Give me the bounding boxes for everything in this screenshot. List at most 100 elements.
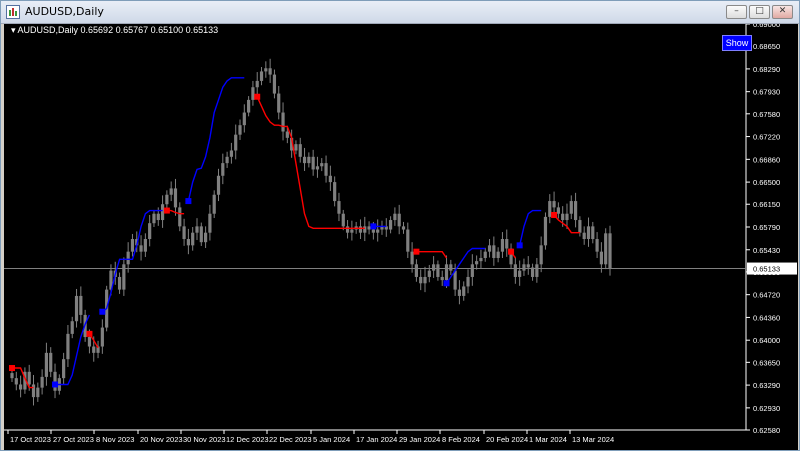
candle-body [475, 261, 479, 265]
candle-body [608, 233, 612, 269]
y-tick-label: 0.62580 [753, 426, 780, 435]
x-tick-label: 17 Jan 2024 [356, 435, 397, 444]
candle-body [242, 112, 246, 126]
window-title: AUDUSD,Daily [25, 5, 104, 18]
candle-body [410, 251, 414, 265]
candle-body [487, 245, 492, 252]
candle-body [556, 207, 560, 214]
candle-body [234, 134, 238, 151]
candle-body [100, 327, 104, 347]
window-controls: – □ ✕ [726, 5, 793, 19]
candle-body [36, 387, 40, 398]
candle-body [130, 239, 135, 252]
candle-body [255, 80, 259, 88]
candle-body [87, 337, 92, 347]
y-tick-label: 0.67580 [753, 110, 780, 119]
candle-body [496, 251, 500, 258]
candle-body [535, 264, 539, 277]
x-tick-label: 20 Feb 2024 [486, 435, 528, 444]
candle-body [350, 229, 354, 233]
y-tick-label: 0.68290 [753, 65, 780, 74]
candle-body [74, 295, 79, 322]
y-tick-label: 0.66860 [753, 155, 780, 164]
candle-body [440, 276, 444, 281]
y-tick-label: 0.64720 [753, 291, 780, 300]
candle-body [117, 276, 122, 290]
candle-body [432, 264, 436, 271]
candle-body [277, 93, 281, 113]
downtrend-signal-marker [413, 248, 420, 255]
candle-body [414, 264, 419, 277]
candle-body [307, 156, 311, 164]
symbol-info-text: AUDUSD,Daily 0.65692 0.65767 0.65100 0.6… [17, 25, 219, 35]
candle-body [462, 286, 466, 296]
chart-app-icon [6, 5, 20, 19]
candle-body [199, 226, 203, 243]
candle-body [221, 163, 225, 176]
candle-body [492, 245, 496, 258]
candle-body [561, 213, 565, 221]
restore-button[interactable]: □ [749, 5, 770, 19]
candle-body [595, 239, 599, 252]
current-price-label: 0.65133 [753, 265, 780, 274]
uptrend-signal-marker [443, 280, 450, 287]
title-bar[interactable]: AUDUSD,Daily – □ ✕ [1, 1, 799, 24]
uptrend-line [519, 209, 542, 246]
candle-body [195, 226, 199, 233]
candle-body [49, 352, 53, 372]
y-tick-label: 0.63290 [753, 381, 780, 390]
y-tick-label: 0.65790 [753, 223, 780, 232]
downtrend-line [256, 96, 365, 230]
candle-body [505, 239, 509, 249]
candle-body [216, 175, 221, 195]
candle-body [518, 270, 522, 277]
close-button[interactable]: ✕ [772, 5, 793, 19]
candle-body [526, 264, 530, 268]
chart-info-line: ▾ AUDUSD,Daily 0.65692 0.65767 0.65100 0… [11, 25, 218, 36]
candle-body [182, 226, 186, 240]
x-tick-label: 1 Mar 2024 [529, 435, 567, 444]
candle-body [578, 220, 582, 233]
candle-body [569, 201, 573, 214]
chart-area[interactable]: 0.69000 0.68650 0.68290 0.67930 0.67580 0.672… [4, 24, 798, 450]
candle-body [31, 384, 36, 398]
x-tick-label: 12 Dec 2023 [226, 435, 269, 444]
candle-body [483, 251, 487, 258]
candle-body [358, 226, 363, 233]
candle-body [251, 87, 255, 100]
show-button[interactable]: Show [722, 35, 752, 51]
candle-body [247, 99, 251, 113]
candle-body [586, 226, 591, 240]
candle-body [281, 112, 285, 132]
candle-body [466, 276, 470, 287]
y-tick-label: 0.67220 [753, 133, 780, 142]
minimize-button[interactable]: – [726, 5, 747, 19]
candle-body [367, 226, 371, 230]
candle-body [328, 175, 332, 183]
candle-body [272, 74, 277, 94]
candle-body [191, 232, 195, 246]
candle-body [449, 264, 453, 271]
y-tick-label: 0.62930 [753, 404, 780, 413]
candle-body [582, 232, 586, 240]
candle-body [436, 264, 440, 277]
candle-body [298, 144, 302, 157]
x-tick-label: 30 Nov 2023 [183, 435, 226, 444]
candle-body [388, 220, 393, 230]
candle-body [152, 213, 156, 224]
candle-body [160, 204, 165, 221]
candle-body [599, 251, 603, 265]
candle-body [397, 213, 401, 227]
downtrend-signal-marker [254, 93, 261, 100]
candle-body [53, 371, 57, 391]
candle-body [363, 226, 367, 233]
candle-body [66, 333, 70, 360]
uptrend-signal-marker [52, 381, 59, 388]
candle-body [479, 257, 483, 262]
price-chart[interactable]: 0.69000 0.68650 0.68290 0.67930 0.67580 0.672… [4, 24, 798, 450]
candle-body [552, 201, 556, 208]
y-tick-label: 0.67930 [753, 88, 780, 97]
candle-body [40, 376, 44, 388]
candle-body [539, 245, 543, 265]
candle-body [62, 359, 66, 379]
